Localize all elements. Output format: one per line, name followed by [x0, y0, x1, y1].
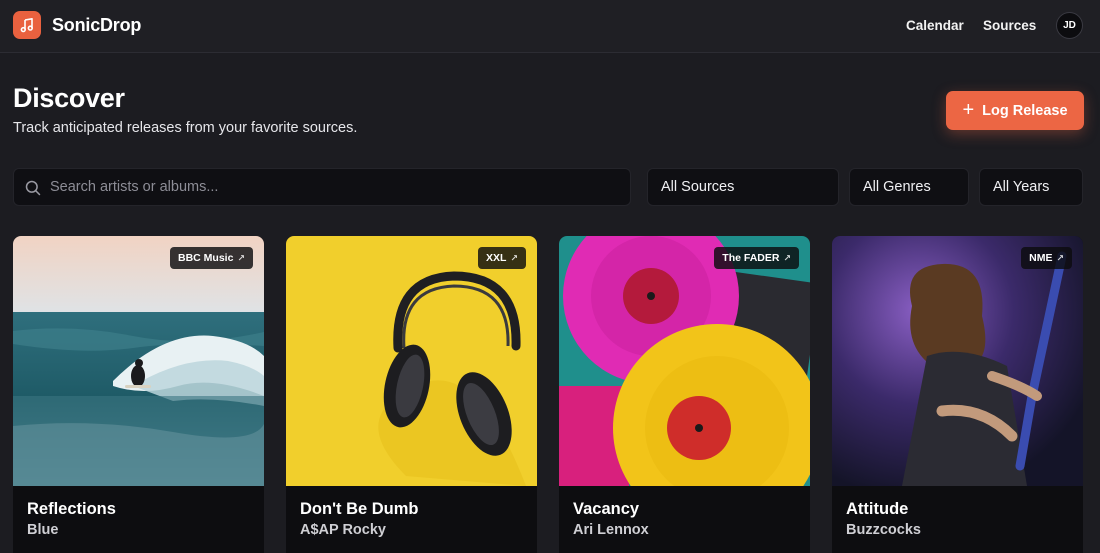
external-link-icon: ↗ — [237, 252, 245, 263]
external-link-icon: ↗ — [510, 252, 518, 263]
source-label: BBC Music — [178, 252, 234, 264]
album-art — [832, 236, 1083, 486]
log-release-label: Log Release — [982, 102, 1068, 119]
genres-filter[interactable]: All Genres — [849, 168, 969, 206]
years-filter[interactable]: All Years — [979, 168, 1083, 206]
avatar[interactable]: JD — [1056, 12, 1083, 39]
album-art — [286, 236, 537, 486]
release-artist: Ari Lennox — [573, 522, 649, 538]
release-card[interactable]: BBC Music ↗ Reflections Blue — [13, 236, 264, 553]
search-box[interactable] — [13, 168, 631, 206]
music-note-icon[interactable] — [13, 11, 41, 39]
release-title: Don't Be Dumb — [300, 500, 419, 518]
release-card[interactable]: NME ↗ Attitude Buzzcocks — [832, 236, 1083, 553]
release-card[interactable]: XXL ↗ Don't Be Dumb A$AP Rocky — [286, 236, 537, 553]
source-badge[interactable]: The FADER ↗ — [714, 247, 799, 269]
release-title: Attitude — [846, 500, 909, 518]
page-subtitle: Track anticipated releases from your fav… — [13, 120, 358, 136]
album-art — [559, 236, 810, 486]
log-release-button[interactable]: + Log Release — [946, 91, 1084, 130]
external-link-icon: ↗ — [1056, 252, 1064, 263]
source-label: XXL — [486, 252, 507, 264]
app-name[interactable]: SonicDrop — [52, 15, 141, 36]
source-label: NME — [1029, 252, 1053, 264]
release-artist: A$AP Rocky — [300, 522, 386, 538]
search-input[interactable] — [50, 169, 620, 205]
release-artist: Buzzcocks — [846, 522, 921, 538]
search-icon — [25, 180, 41, 196]
external-link-icon: ↗ — [783, 252, 791, 263]
release-title: Vacancy — [573, 500, 640, 518]
release-title: Reflections — [27, 500, 116, 518]
album-art — [13, 236, 264, 486]
plus-icon: + — [962, 98, 975, 121]
source-badge[interactable]: BBC Music ↗ — [170, 247, 253, 269]
nav-sources[interactable]: Sources — [983, 18, 1036, 33]
source-badge[interactable]: NME ↗ — [1021, 247, 1072, 269]
nav-calendar[interactable]: Calendar — [906, 18, 964, 33]
page-title: Discover — [13, 83, 125, 113]
sources-filter[interactable]: All Sources — [647, 168, 839, 206]
top-bar: SonicDrop Calendar Sources JD — [0, 0, 1100, 53]
source-label: The FADER — [722, 252, 780, 264]
release-artist: Blue — [27, 522, 59, 538]
source-badge[interactable]: XXL ↗ — [478, 247, 526, 269]
release-card[interactable]: The FADER ↗ Vacancy Ari Lennox — [559, 236, 810, 553]
